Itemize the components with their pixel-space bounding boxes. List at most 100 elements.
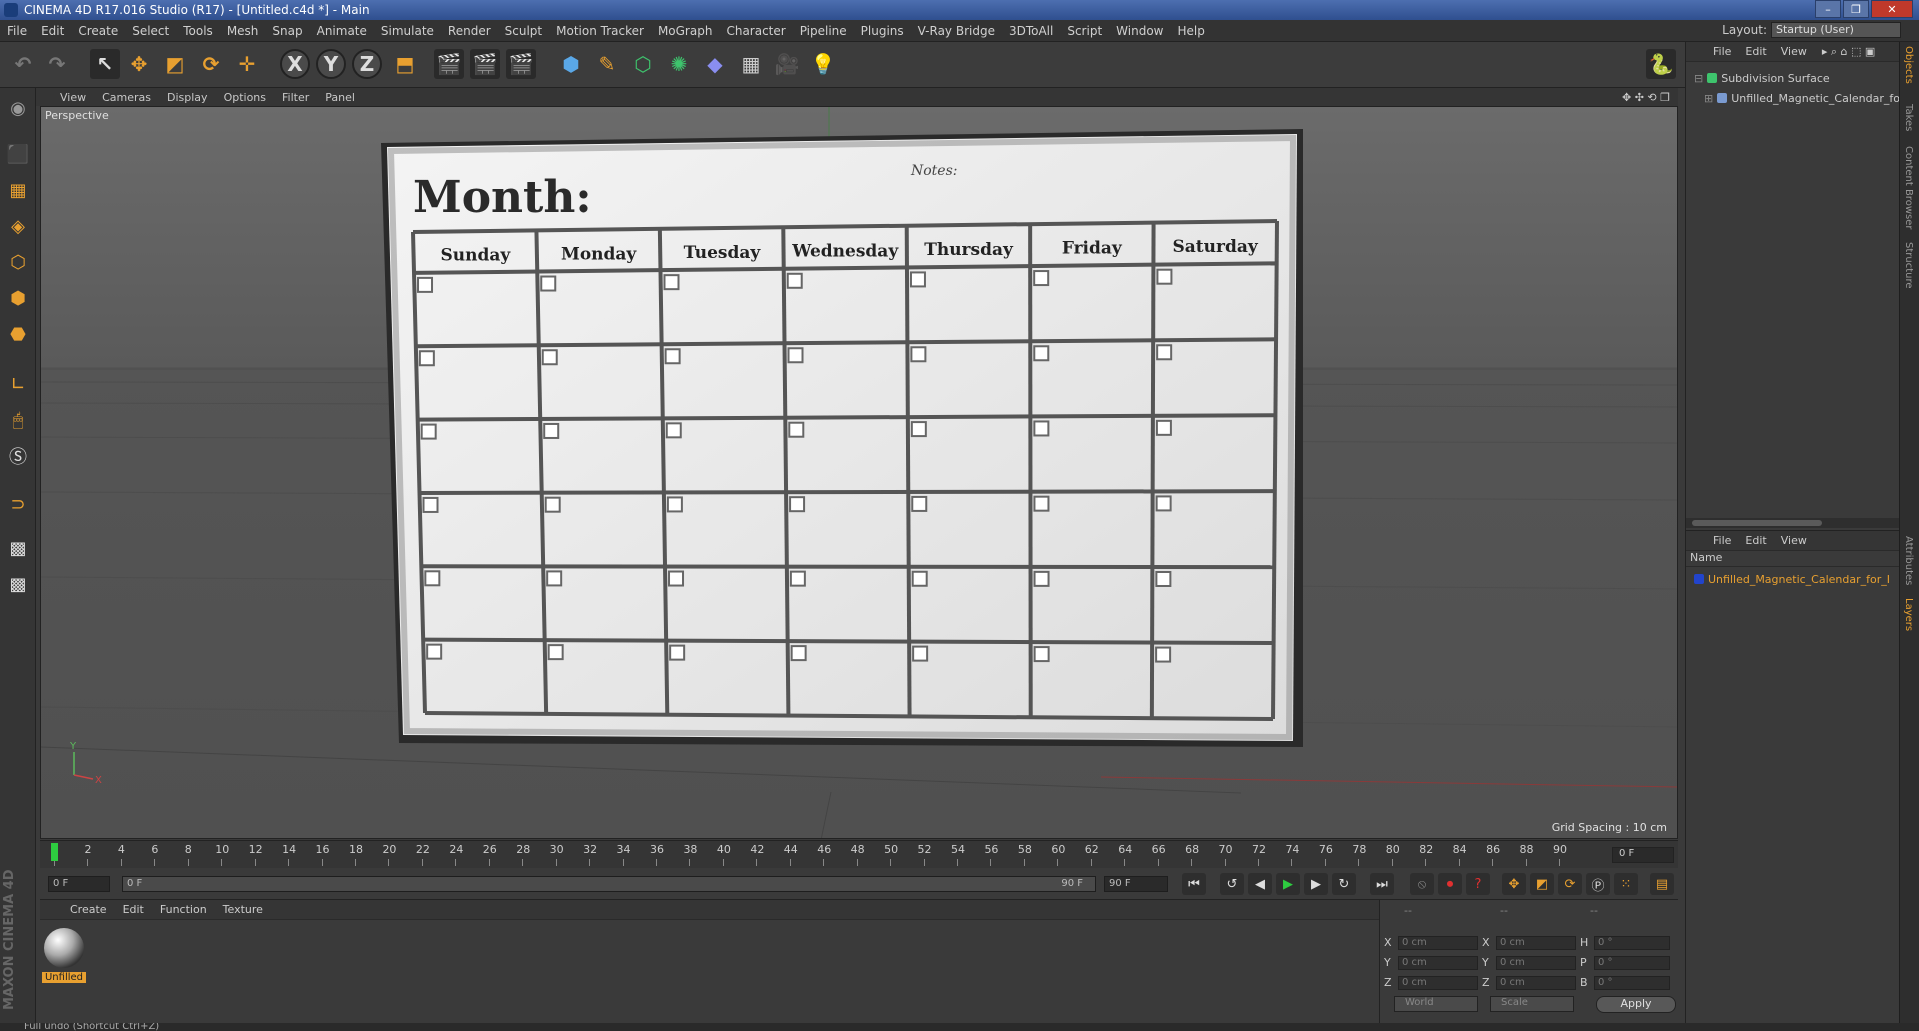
viewport-menu-cameras[interactable]: Cameras — [94, 91, 159, 104]
current-frame-field[interactable]: 0 F — [1612, 847, 1674, 863]
render-view-icon[interactable]: 🎬 — [434, 49, 464, 79]
light-icon[interactable]: 💡 — [808, 49, 838, 79]
tab-attributes[interactable]: Attributes — [1903, 536, 1914, 585]
viewport-menu-view[interactable]: View — [52, 91, 94, 104]
autokey-icon[interactable]: ? — [1466, 873, 1490, 895]
motion-record-icon[interactable]: ⦸ — [1410, 873, 1434, 895]
coord-system-dropdown[interactable]: World — [1394, 996, 1478, 1012]
prev-frame-icon[interactable]: ◀ — [1248, 873, 1272, 895]
rotation-h-field[interactable]: 0 ° — [1594, 936, 1670, 950]
menu-mesh[interactable]: Mesh — [220, 24, 266, 38]
key-parameter-icon[interactable]: Ⓟ — [1586, 873, 1610, 895]
menu-sculpt[interactable]: Sculpt — [498, 24, 549, 38]
deformer-icon[interactable]: ◆ — [700, 49, 730, 79]
size-y-field[interactable]: 0 cm — [1496, 956, 1576, 970]
object-menu-edit[interactable]: Edit — [1738, 45, 1773, 58]
locked-workplane-icon[interactable]: ▩ — [4, 534, 32, 562]
end-frame-field[interactable]: 90 F — [1104, 876, 1168, 892]
menu-simulate[interactable]: Simulate — [374, 24, 441, 38]
layout-dropdown[interactable]: Startup (User) — [1771, 22, 1901, 38]
object-row-calendar[interactable]: ⊞ Unfilled_Magnetic_Calendar_for_ — [1704, 90, 1910, 106]
menu-pipeline[interactable]: Pipeline — [793, 24, 854, 38]
redo-icon[interactable]: ↷ — [42, 49, 72, 79]
menu-character[interactable]: Character — [719, 24, 792, 38]
viewport-menu-options[interactable]: Options — [216, 91, 274, 104]
menu-snap[interactable]: Snap — [265, 24, 309, 38]
object-manager-tools-icons[interactable]: ▸ ⌕ ⌂ ⬚ ▣ — [1822, 45, 1875, 59]
y-axis-icon[interactable]: Y — [316, 49, 346, 79]
pen-icon[interactable]: ✎ — [592, 49, 622, 79]
floor-icon[interactable]: ▦ — [736, 49, 766, 79]
subdivision-icon[interactable]: ⬡ — [628, 49, 658, 79]
object-manager-scrollbar[interactable] — [1686, 518, 1900, 528]
material-menu-texture[interactable]: Texture — [215, 903, 271, 916]
tab-structure[interactable]: Structure — [1903, 242, 1914, 289]
planar-workplane-icon[interactable]: ▩ — [4, 570, 32, 598]
start-frame-field[interactable]: 0 F — [48, 876, 110, 892]
key-scale-icon[interactable]: ◩ — [1530, 873, 1554, 895]
rotation-b-field[interactable]: 0 ° — [1594, 976, 1670, 990]
perspective-viewport[interactable]: Perspective Month: Notes: Sunday Monday … — [40, 106, 1678, 839]
material-preview[interactable] — [44, 928, 84, 968]
menu-vray-bridge[interactable]: V-Ray Bridge — [911, 24, 1002, 38]
tab-content-browser[interactable]: Content Browser — [1903, 146, 1914, 229]
snap-icon[interactable]: Ⓢ — [4, 442, 32, 470]
object-menu-view[interactable]: View — [1774, 45, 1814, 58]
object-row-subdivision[interactable]: ⊟ Subdivision Surface — [1694, 70, 1830, 86]
workplane-icon[interactable]: ◈ — [4, 212, 32, 240]
material-menu-edit[interactable]: Edit — [115, 903, 152, 916]
menu-script[interactable]: Script — [1060, 24, 1109, 38]
playhead[interactable] — [51, 843, 58, 861]
next-key-icon[interactable]: ↻ — [1332, 873, 1356, 895]
expand-icon[interactable]: ⊞ — [1704, 92, 1713, 105]
menu-render[interactable]: Render — [441, 24, 498, 38]
coordinate-system-icon[interactable]: ⬒ — [390, 49, 420, 79]
layer-row[interactable]: Unfilled_Magnetic_Calendar_for_I — [1694, 571, 1890, 587]
goto-start-icon[interactable]: ⏮ — [1182, 873, 1206, 895]
size-x-field[interactable]: 0 cm — [1496, 936, 1576, 950]
undo-icon[interactable]: ↶ — [8, 49, 38, 79]
layer-menu-edit[interactable]: Edit — [1738, 534, 1773, 547]
collapse-icon[interactable]: ⊟ — [1694, 72, 1703, 85]
menu-3dtoall[interactable]: 3DToAll — [1002, 24, 1060, 38]
position-z-field[interactable]: 0 cm — [1398, 976, 1478, 990]
position-x-field[interactable]: 0 cm — [1398, 936, 1478, 950]
z-axis-icon[interactable]: Z — [352, 49, 382, 79]
x-axis-icon[interactable]: X — [280, 49, 310, 79]
live-selection-icon[interactable]: ↖ — [90, 49, 120, 79]
make-editable-icon[interactable]: ◉ — [4, 94, 32, 122]
layer-color-swatch[interactable] — [1694, 574, 1704, 584]
viewport-menu-display[interactable]: Display — [159, 91, 216, 104]
points-mode-icon[interactable]: ⬡ — [4, 248, 32, 276]
menu-select[interactable]: Select — [125, 24, 176, 38]
scale-icon[interactable]: ◩ — [160, 49, 190, 79]
menu-help[interactable]: Help — [1170, 24, 1211, 38]
menu-plugins[interactable]: Plugins — [854, 24, 911, 38]
rotation-p-field[interactable]: 0 ° — [1594, 956, 1670, 970]
rotate-icon[interactable]: ⟳ — [196, 49, 226, 79]
key-rotation-icon[interactable]: ⟳ — [1558, 873, 1582, 895]
menu-window[interactable]: Window — [1109, 24, 1170, 38]
menu-file[interactable]: File — [0, 24, 34, 38]
viewport-menu-panel[interactable]: Panel — [317, 91, 363, 104]
play-icon[interactable]: ▶ — [1276, 873, 1300, 895]
key-position-icon[interactable]: ✥ — [1502, 873, 1526, 895]
cube-icon[interactable]: ⬢ — [556, 49, 586, 79]
menu-edit[interactable]: Edit — [34, 24, 71, 38]
axis-mode-icon[interactable]: ∟ — [4, 370, 32, 398]
next-frame-icon[interactable]: ▶ — [1304, 873, 1328, 895]
magnet-icon[interactable]: ⊃ — [4, 490, 32, 518]
goto-end-icon[interactable]: ⏭ — [1370, 873, 1394, 895]
object-menu-file[interactable]: File — [1706, 45, 1738, 58]
menu-create[interactable]: Create — [71, 24, 125, 38]
array-icon[interactable]: ✺ — [664, 49, 694, 79]
edges-mode-icon[interactable]: ⬢ — [4, 284, 32, 312]
material-menu-create[interactable]: Create — [62, 903, 115, 916]
tweak-mode-icon[interactable]: 🖱 — [4, 406, 32, 434]
apply-button[interactable]: Apply — [1596, 996, 1676, 1013]
material-name[interactable]: Unfilled — [42, 972, 86, 983]
tab-takes[interactable]: Takes — [1903, 104, 1914, 131]
model-mode-icon[interactable]: ⬛ — [4, 140, 32, 168]
record-icon[interactable]: ⏺ — [1438, 873, 1462, 895]
layer-menu-view[interactable]: View — [1774, 534, 1814, 547]
